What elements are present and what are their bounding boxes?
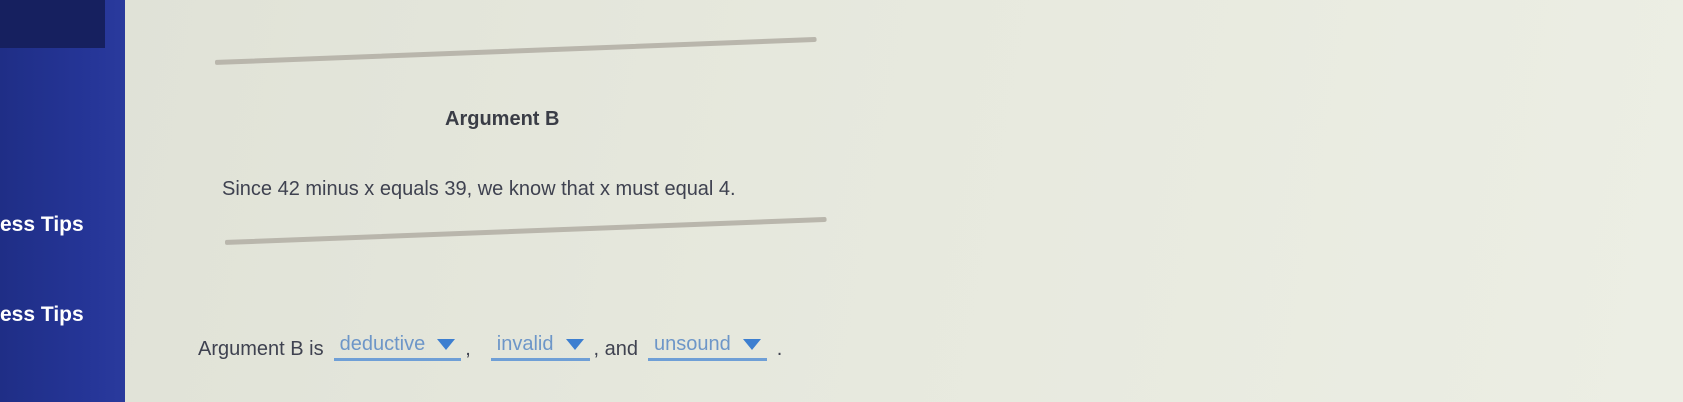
argument-title: Argument B	[445, 108, 560, 130]
sidebar-item-tips-1[interactable]: ess Tips	[0, 213, 84, 237]
sentence-end: .	[776, 338, 783, 360]
validity-value: invalid	[496, 333, 554, 355]
chevron-down-icon	[742, 339, 761, 350]
validity-dropdown[interactable]: invalid	[490, 333, 590, 361]
sidebar: ess Tips ess Tips	[0, 0, 125, 402]
separator-comma: ,	[465, 338, 471, 360]
answer-prefix: Argument B is	[198, 338, 324, 360]
sidebar-item-tips-2[interactable]: ess Tips	[0, 303, 84, 327]
argument-type-value: deductive	[339, 333, 426, 355]
chevron-down-icon	[565, 339, 584, 350]
answer-sentence: Argument B is deductive , invalid , and …	[198, 333, 782, 361]
chevron-down-icon	[437, 339, 456, 350]
argument-text: Since 42 minus x equals 39, we know that…	[222, 178, 736, 200]
soundness-dropdown[interactable]: unsound	[647, 333, 767, 361]
soundness-value: unsound	[653, 333, 731, 355]
sidebar-header	[0, 0, 105, 48]
separator-and: , and	[593, 338, 638, 360]
argument-type-dropdown[interactable]: deductive	[333, 333, 462, 361]
